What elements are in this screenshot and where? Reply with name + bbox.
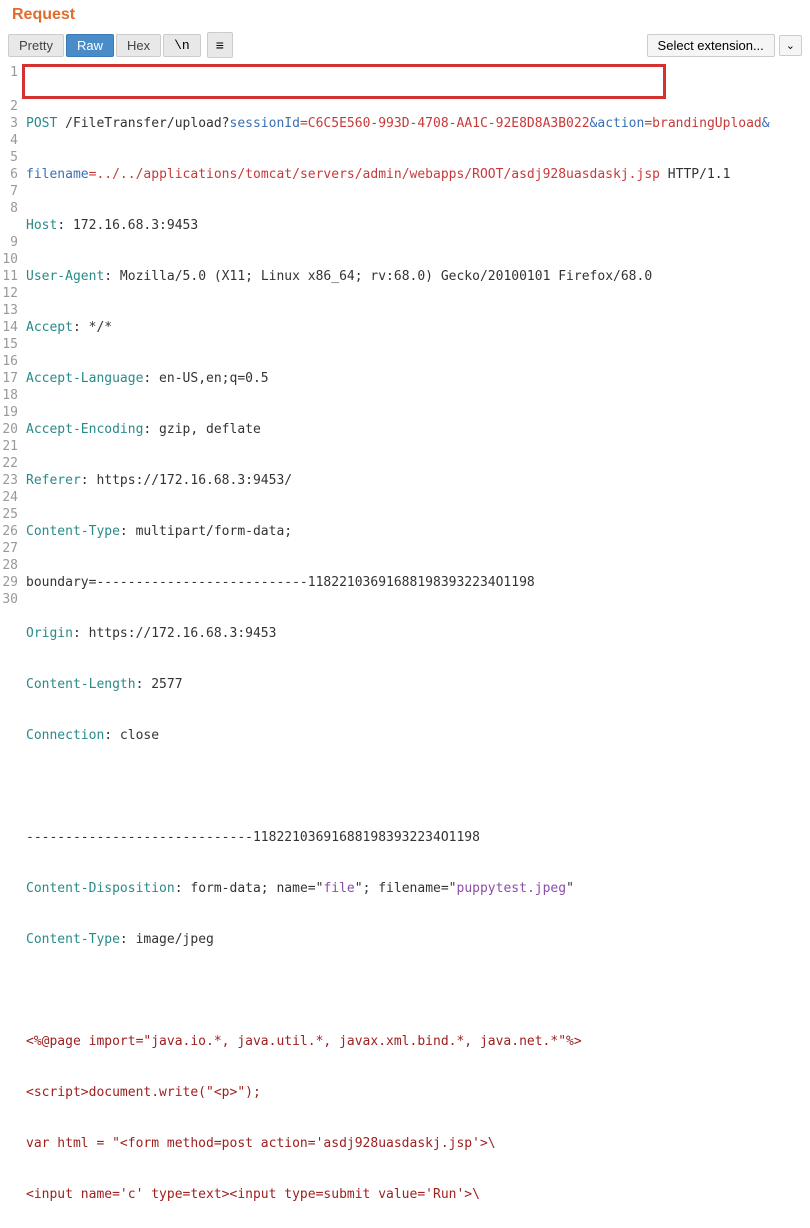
http-method: POST [26, 116, 57, 131]
toolbar: Pretty Raw Hex \n ≡ Select extension... … [0, 28, 810, 62]
tab-newline[interactable]: \n [163, 34, 201, 57]
code-content[interactable]: POST /FileTransfer/upload?sessionId=C6C5… [22, 64, 810, 1228]
tab-raw[interactable]: Raw [66, 34, 114, 57]
line-gutter: 1234567891011121314151617181920212223242… [0, 64, 22, 1228]
tab-hex[interactable]: Hex [116, 34, 161, 57]
code-area[interactable]: 1234567891011121314151617181920212223242… [0, 62, 810, 1228]
panel-title: Request [12, 6, 75, 23]
menu-icon[interactable]: ≡ [207, 32, 233, 58]
extension-select[interactable]: Select extension... [647, 34, 775, 57]
tab-pretty[interactable]: Pretty [8, 34, 64, 57]
highlight-box [22, 64, 666, 99]
extension-dropdown-icon[interactable]: ⌄ [779, 35, 802, 56]
